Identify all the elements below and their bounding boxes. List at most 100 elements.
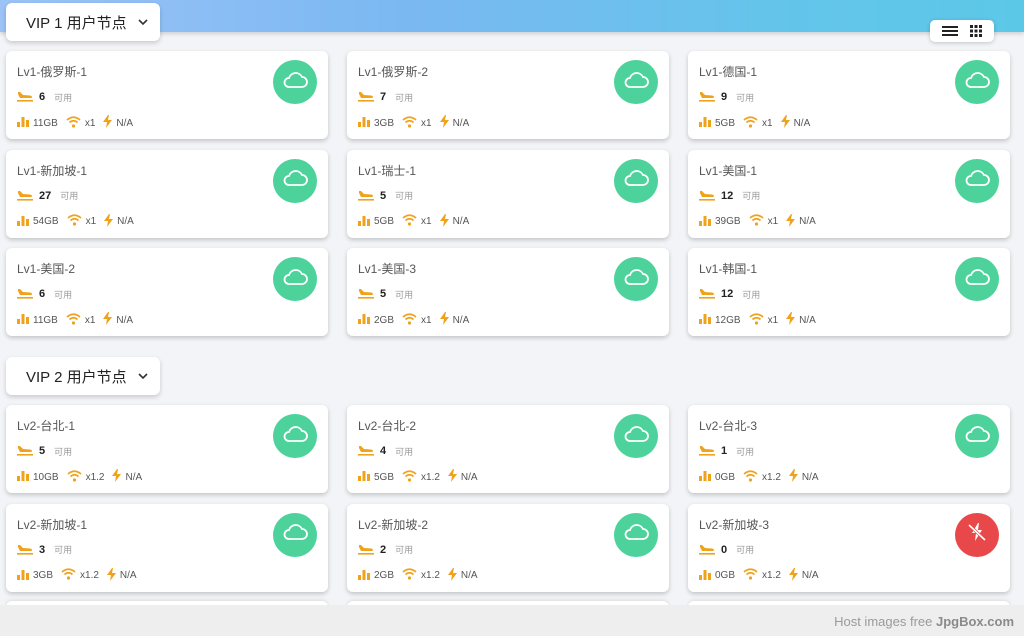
status-indicator[interactable] xyxy=(273,257,317,301)
bar-chart-icon xyxy=(699,569,711,583)
status-indicator[interactable] xyxy=(273,60,317,104)
plane-icon xyxy=(17,542,33,558)
node-card[interactable]: Lv2-台北-3 1 可用 0GB x1.2 N/A xyxy=(688,405,1010,493)
bar-chart-icon xyxy=(17,569,29,583)
traffic-value: 3GB xyxy=(33,570,54,581)
node-card[interactable]: Lv2-新加坡-3 0 可用 0GB x1.2 N/A xyxy=(688,503,1010,592)
status-indicator[interactable] xyxy=(955,158,999,203)
stats-row: 12GB x1 N/A xyxy=(699,312,816,328)
status-indicator[interactable] xyxy=(273,414,317,458)
availability-row: 1 可用 xyxy=(699,443,754,459)
stats-row: 3GB x1.2 N/A xyxy=(17,567,137,584)
cloud-icon xyxy=(964,169,990,192)
status-indicator[interactable] xyxy=(614,158,658,203)
status-indicator[interactable] xyxy=(614,60,658,104)
speed-value: N/A xyxy=(116,314,134,326)
plane-icon xyxy=(17,286,33,302)
footer-watermark: Host images free JpgBox.com xyxy=(834,614,1014,629)
list-icon[interactable] xyxy=(942,25,958,37)
bar-chart-icon xyxy=(17,470,29,484)
stats-row: 10GB x1.2 N/A xyxy=(17,469,142,485)
node-card[interactable]: Lv1-俄罗斯-1 6 可用 11GB x1 N/A xyxy=(6,51,328,139)
status-indicator[interactable] xyxy=(955,60,999,104)
status-indicator[interactable] xyxy=(614,414,658,458)
available-count: 2 xyxy=(380,543,387,556)
footer-prefix: Host images free xyxy=(834,614,933,629)
node-card[interactable]: Lv1-新加坡-1 27 可用 54GB x1 N/A xyxy=(6,149,328,238)
traffic-value: 5GB xyxy=(374,216,395,227)
view-toggle xyxy=(930,20,994,42)
status-indicator[interactable] xyxy=(614,257,658,301)
available-count: 0 xyxy=(721,543,728,556)
cloud-icon xyxy=(282,523,308,546)
node-name: Lv2-新加坡-2 xyxy=(358,517,429,532)
status-indicator[interactable] xyxy=(614,512,658,557)
plane-icon xyxy=(17,89,33,105)
bar-chart-icon xyxy=(358,470,370,484)
section-header-vip2[interactable]: VIP 2 用户节点 xyxy=(6,357,160,395)
status-indicator[interactable] xyxy=(955,414,999,458)
bolt-icon xyxy=(786,213,796,230)
available-label: 可用 xyxy=(54,289,73,300)
section-header-vip1[interactable]: VIP 1 用户节点 xyxy=(6,3,160,41)
wifi-icon xyxy=(66,312,81,328)
node-name: Lv1-新加坡-1 xyxy=(17,163,88,178)
node-card[interactable]: Lv1-瑞士-1 5 可用 5GB x1 N/A xyxy=(347,149,669,238)
speed-value: N/A xyxy=(117,216,134,227)
ratio-value: x1 xyxy=(421,216,432,227)
bolt-icon xyxy=(112,469,122,485)
cloud-icon xyxy=(964,71,990,94)
plane-icon xyxy=(699,286,715,302)
node-name: Lv1-韩国-1 xyxy=(699,262,758,276)
traffic-value: 10GB xyxy=(33,471,59,483)
available-label: 可用 xyxy=(395,545,414,555)
ratio-value: x1 xyxy=(85,216,97,227)
available-label: 可用 xyxy=(736,545,755,555)
section-title: VIP 2 用户节点 xyxy=(26,368,127,386)
node-card[interactable]: Lv1-俄罗斯-2 7 可用 3GB x1 N/A xyxy=(347,51,669,139)
status-indicator[interactable] xyxy=(955,512,999,557)
status-indicator[interactable] xyxy=(273,512,317,557)
availability-row: 27 可用 xyxy=(17,188,78,204)
stats-row: 0GB x1.2 N/A xyxy=(699,469,819,485)
node-name: Lv1-美国-3 xyxy=(358,262,417,276)
node-card[interactable]: Lv1-美国-3 5 可用 2GB x1 N/A xyxy=(347,248,669,336)
node-card[interactable]: Lv1-美国-1 12 可用 39GB x1 N/A xyxy=(688,149,1010,238)
node-name: Lv1-瑞士-1 xyxy=(358,163,417,178)
node-card[interactable]: Lv1-韩国-1 12 可用 12GB x1 N/A xyxy=(688,248,1010,336)
node-card[interactable]: Lv1-德国-1 9 可用 5GB x1 N/A xyxy=(688,51,1010,139)
stats-row: 3GB x1 N/A xyxy=(358,115,469,131)
node-card[interactable]: Lv2-台北-2 4 可用 5GB x1.2 N/A xyxy=(347,405,669,493)
section-title: VIP 1 用户节点 xyxy=(26,14,127,32)
availability-row: 2 可用 xyxy=(358,542,413,558)
bolt-icon xyxy=(103,115,113,131)
availability-row: 6 可用 xyxy=(17,286,72,302)
chevron-down-icon xyxy=(138,373,148,380)
node-card[interactable]: Lv1-美国-2 6 可用 11GB x1 N/A xyxy=(6,248,328,336)
node-card[interactable]: Lv2-新加坡-2 2 可用 2GB x1.2 N/A xyxy=(347,503,669,592)
bolt-icon xyxy=(104,213,114,230)
available-label: 可用 xyxy=(60,191,79,201)
bolt-off-icon xyxy=(966,521,988,548)
wifi-icon xyxy=(66,115,81,131)
node-name: Lv2-新加坡-1 xyxy=(17,517,88,532)
speed-value: N/A xyxy=(799,216,816,227)
available-label: 可用 xyxy=(54,92,73,103)
available-count: 6 xyxy=(39,288,46,300)
available-label: 可用 xyxy=(742,289,761,300)
node-card[interactable]: Lv2-新加坡-1 3 可用 3GB x1.2 N/A xyxy=(6,503,328,592)
wifi-icon xyxy=(402,115,417,131)
node-name: Lv2-新加坡-3 xyxy=(699,517,770,532)
traffic-value: 5GB xyxy=(715,117,736,129)
bar-chart-icon xyxy=(17,313,29,327)
status-indicator[interactable] xyxy=(273,158,317,203)
plane-icon xyxy=(699,443,715,459)
available-label: 可用 xyxy=(395,289,414,300)
node-card[interactable]: Lv2-台北-1 5 可用 10GB x1.2 N/A xyxy=(6,405,328,493)
speed-value: N/A xyxy=(119,570,137,581)
status-indicator[interactable] xyxy=(955,257,999,301)
traffic-value: 11GB xyxy=(33,314,58,326)
stats-row: 5GB x1.2 N/A xyxy=(358,469,478,485)
available-count: 12 xyxy=(721,288,734,300)
grid-icon[interactable] xyxy=(970,25,982,37)
